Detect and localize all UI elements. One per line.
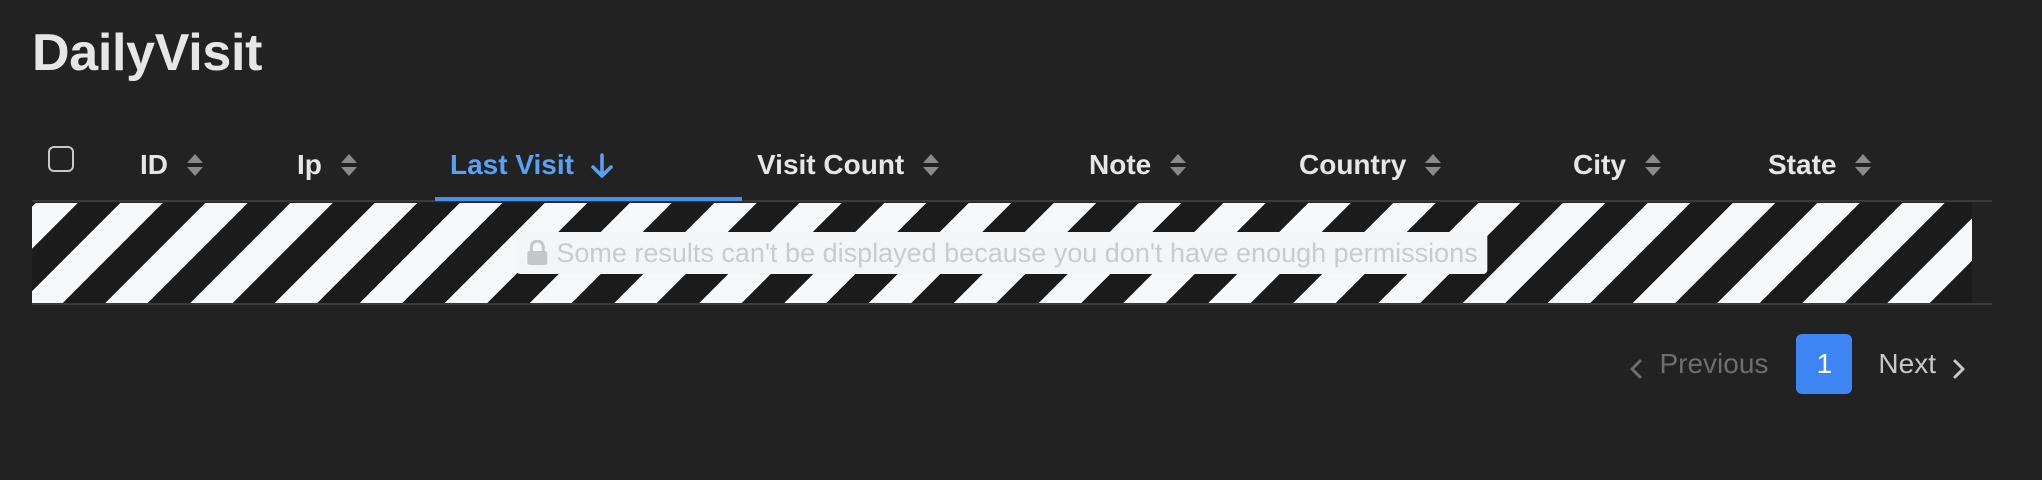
sort-icon <box>340 152 358 178</box>
column-label: Ip <box>297 149 322 180</box>
restricted-results-row: Some results can't be displayed because … <box>32 203 1972 303</box>
sort-icon <box>1169 152 1187 178</box>
arrow-down-icon <box>590 152 614 178</box>
column-label: Last Visit <box>450 149 574 180</box>
column-label: City <box>1573 149 1626 180</box>
row-divider <box>32 303 1992 305</box>
sort-icon <box>922 152 940 178</box>
permission-notice-text: Some results can't be displayed because … <box>556 238 1478 268</box>
active-sort-indicator <box>435 197 742 201</box>
next-label: Next <box>1878 348 1936 379</box>
lock-icon <box>526 239 548 266</box>
column-header-id[interactable]: ID <box>140 130 204 200</box>
sort-icon <box>186 152 204 178</box>
column-header-country[interactable]: Country <box>1299 130 1442 200</box>
column-header-note[interactable]: Note <box>1089 130 1187 200</box>
next-page-button[interactable]: Next <box>1878 348 1966 380</box>
sort-icon <box>1644 152 1662 178</box>
column-label: State <box>1768 149 1837 180</box>
column-label: Country <box>1299 149 1407 180</box>
page-title: DailyVisit <box>32 24 263 82</box>
column-label: ID <box>140 149 168 180</box>
chevron-left-icon <box>1629 354 1643 379</box>
previous-page-button[interactable]: Previous <box>1629 348 1768 380</box>
column-header-city[interactable]: City <box>1573 130 1662 200</box>
column-label: Visit Count <box>757 149 905 180</box>
permission-notice: Some results can't be displayed because … <box>516 232 1488 274</box>
column-label: Note <box>1089 149 1152 180</box>
table-header: ID Ip Last Visit Visit Count Note Countr… <box>32 130 1992 202</box>
pagination: Previous 1 Next <box>1629 334 1966 394</box>
chevron-right-icon <box>1952 354 1966 379</box>
previous-label: Previous <box>1659 348 1769 379</box>
sort-icon <box>1854 152 1872 178</box>
column-header-ip[interactable]: Ip <box>297 130 358 200</box>
sort-icon <box>1424 152 1442 178</box>
column-header-last-visit[interactable]: Last Visit <box>450 130 614 200</box>
page-number-button[interactable]: 1 <box>1796 334 1853 394</box>
select-all-checkbox[interactable] <box>48 146 74 172</box>
column-header-state[interactable]: State <box>1768 130 1872 200</box>
column-header-visit-count[interactable]: Visit Count <box>757 130 940 200</box>
